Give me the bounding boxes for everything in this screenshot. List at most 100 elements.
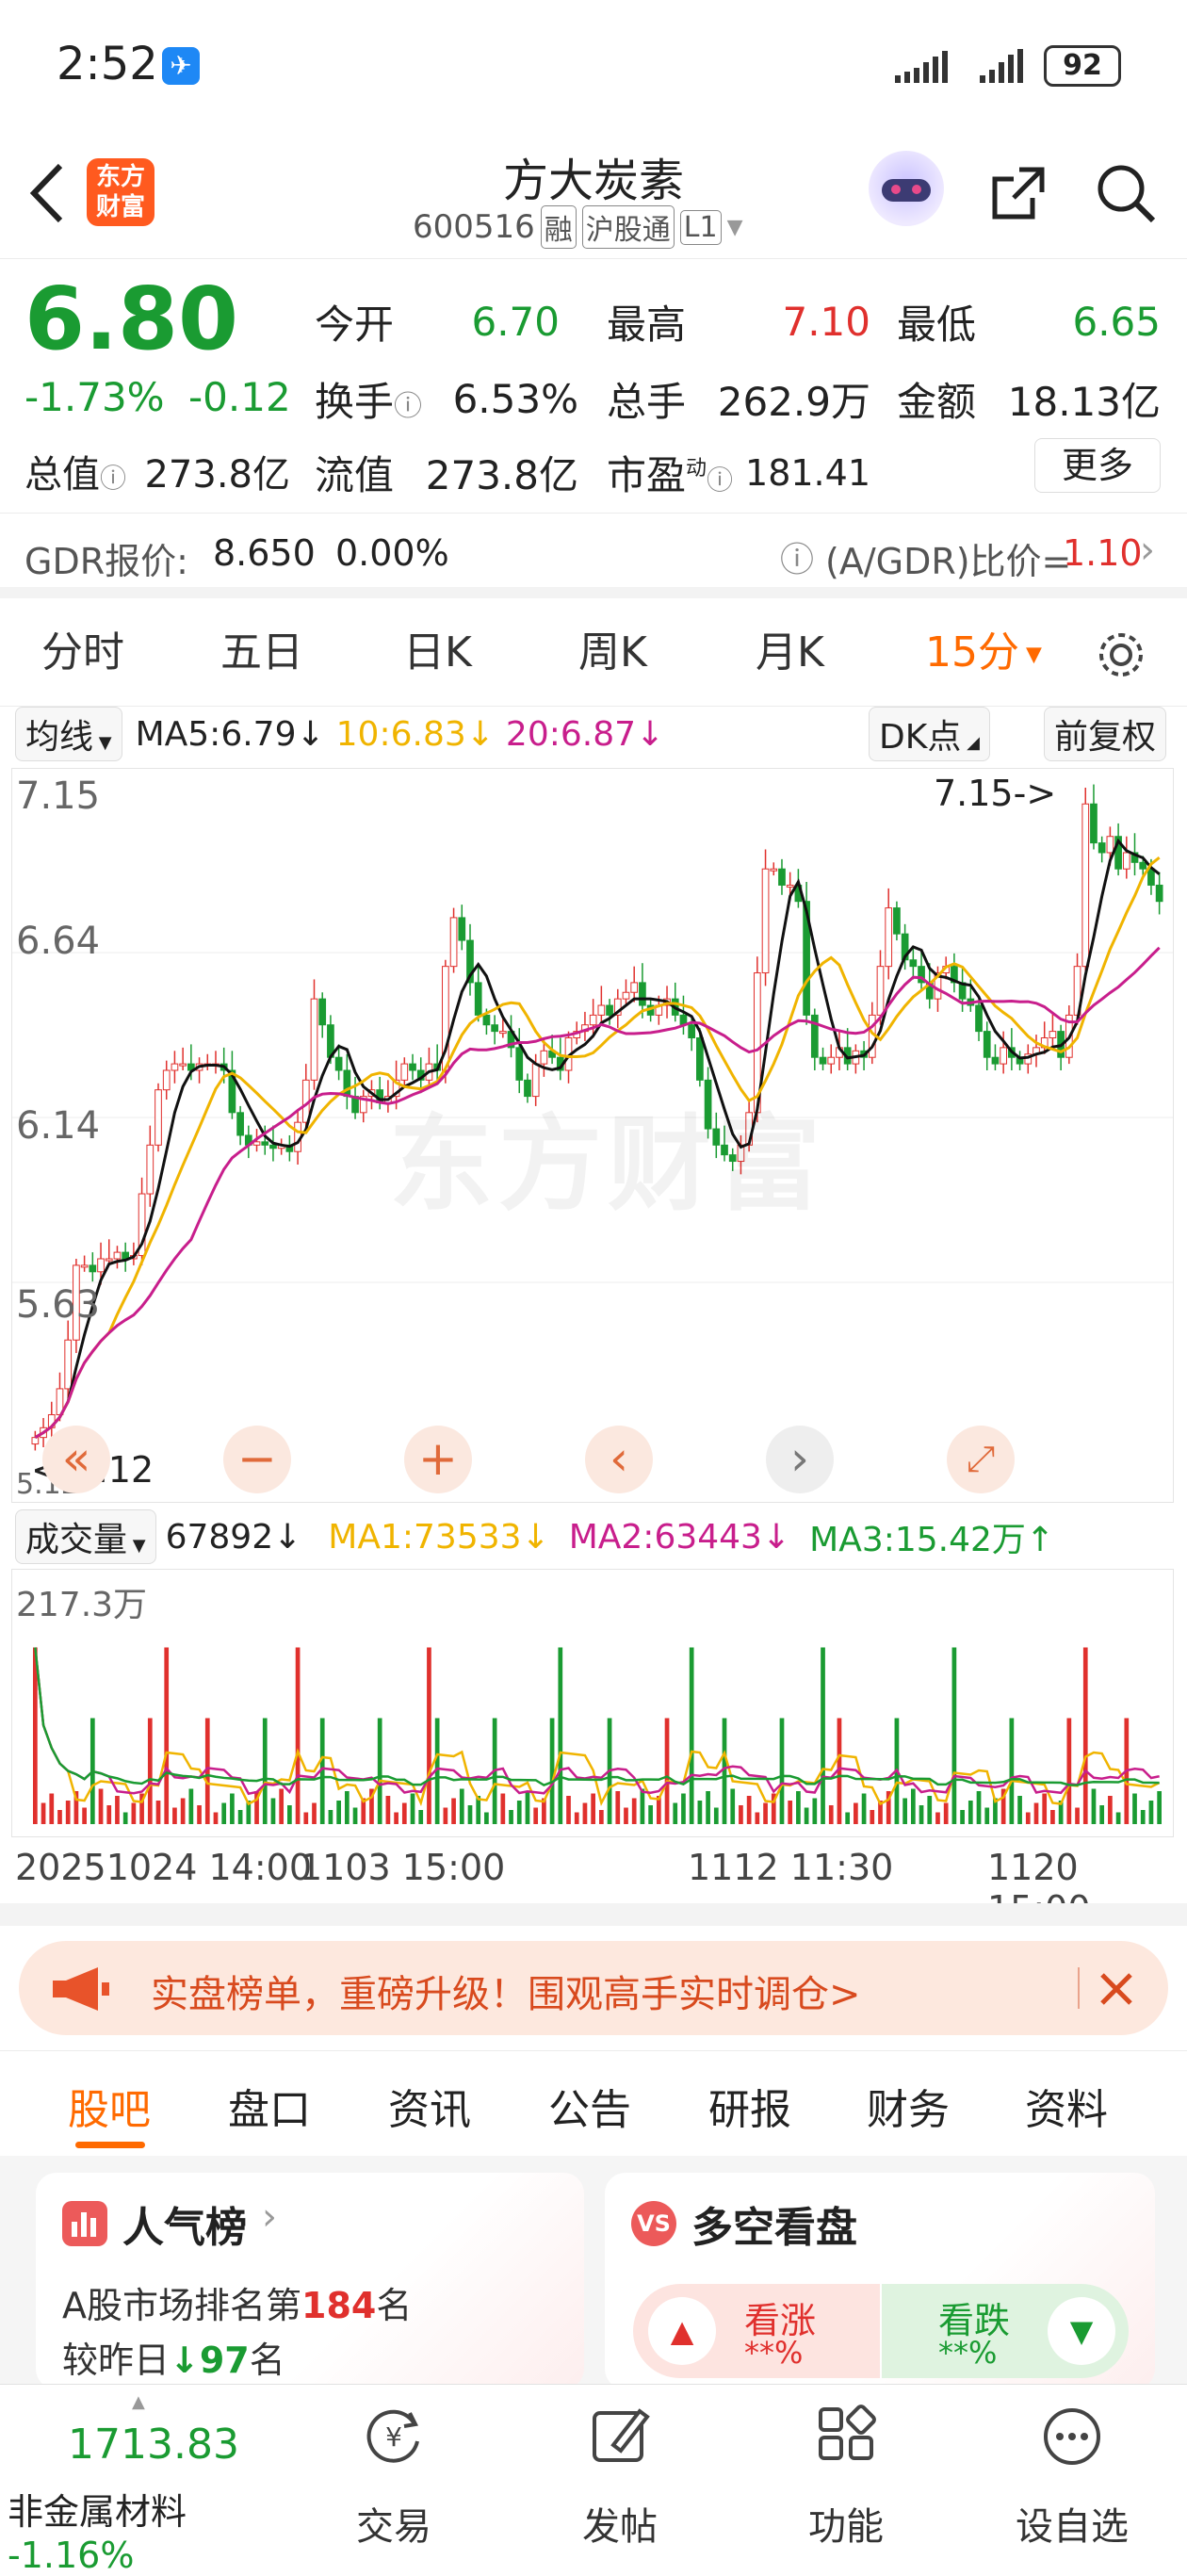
- nav-trade[interactable]: ¥ 交易: [318, 2404, 469, 2551]
- volume-bar: [927, 1796, 933, 1824]
- volume-canvas[interactable]: [12, 1570, 1173, 1836]
- volume-bar: [689, 1647, 694, 1824]
- candle-body: [64, 1339, 73, 1390]
- nav-features[interactable]: 功能: [771, 2404, 921, 2551]
- field-label: 流值: [315, 452, 395, 498]
- volume-bar: [1025, 1812, 1031, 1824]
- tab-five-day[interactable]: 五日: [220, 598, 303, 707]
- rewind-icon[interactable]: «: [42, 1426, 110, 1493]
- promo-banner[interactable]: 实盘榜单，重磅升级！围观高手实时调仓>: [19, 1941, 1168, 2035]
- tab-profile[interactable]: 资料: [1025, 2076, 1108, 2136]
- volume-bar: [509, 1810, 513, 1824]
- volume-bar: [697, 1801, 703, 1824]
- info-icon[interactable]: ⓘ: [394, 390, 422, 423]
- fullscreen-icon[interactable]: ⤢: [947, 1426, 1015, 1493]
- high-marker: 7.15->: [934, 773, 1057, 814]
- gdr-bar[interactable]: GDR报价: 8.650 0.00% ⓘ (A/GDR)比价= 1.10 ›: [0, 514, 1187, 598]
- volume-bar: [427, 1647, 431, 1824]
- info-icon[interactable]: ⓘ: [707, 465, 733, 496]
- bear-button[interactable]: 看跌 **% ▼: [882, 2284, 1129, 2378]
- volume-bar: [533, 1807, 539, 1824]
- help-icon[interactable]: ⓘ: [780, 532, 814, 581]
- chevron-left-icon[interactable]: ‹: [585, 1426, 653, 1493]
- label-sup: 动: [686, 457, 707, 481]
- volume-bar: [172, 1807, 177, 1824]
- tab-finance[interactable]: 财务: [867, 2076, 950, 2136]
- caret-down-icon[interactable]: ▼: [727, 216, 743, 239]
- zoom-in-icon[interactable]: +: [404, 1426, 472, 1493]
- bottom-nav: ▲ 1713.83 非金属材料 -1.16% ¥ 交易 发帖 功能 设自选: [0, 2384, 1187, 2576]
- candle-body: [597, 1004, 606, 1016]
- volume-bar: [377, 1718, 382, 1824]
- volume-bar: [394, 1812, 398, 1824]
- adjust-button[interactable]: 前复权: [1044, 707, 1167, 761]
- tab-intraday[interactable]: 分时: [41, 598, 124, 707]
- volume-bar: [640, 1788, 645, 1824]
- candle-body: [1098, 842, 1106, 854]
- nav-add-watchlist[interactable]: 设自选: [997, 2404, 1147, 2551]
- volume-bar: [443, 1807, 448, 1824]
- status-bar: 2:52 ✈ 92: [0, 0, 1187, 132]
- assistant-robot-icon[interactable]: [869, 151, 944, 226]
- vol-ma1-text: MA1:73533: [328, 1517, 522, 1557]
- candle-body: [1090, 803, 1098, 844]
- tab-15min[interactable]: 15分 ▼: [925, 598, 1042, 707]
- nav-post[interactable]: 发帖: [545, 2404, 695, 2551]
- candle-body: [778, 868, 786, 886]
- tab-pankou[interactable]: 盘口: [228, 2076, 311, 2136]
- candle-body: [310, 998, 318, 1081]
- price-label-3: 6.14: [16, 1104, 101, 1148]
- candle-body: [105, 1258, 113, 1262]
- popularity-card[interactable]: 人气榜 › A股市场排名第184名 较昨日↓97名: [36, 2173, 584, 2389]
- close-icon[interactable]: [1093, 1965, 1140, 2013]
- volume-select[interactable]: 成交量 ▼: [15, 1509, 156, 1564]
- volume-bar: [98, 1788, 104, 1824]
- volume-bar: [935, 1812, 940, 1824]
- zoom-out-icon[interactable]: −: [223, 1426, 291, 1493]
- volume-bar: [106, 1805, 112, 1824]
- volume-bar: [664, 1718, 670, 1824]
- volume-bar: [57, 1810, 62, 1824]
- tab-announcements[interactable]: 公告: [548, 2076, 631, 2136]
- margin-badge: 融: [540, 205, 577, 249]
- tab-daily-k[interactable]: 日K: [403, 598, 472, 707]
- sector-index[interactable]: ▲ 1713.83 非金属材料 -1.16%: [0, 2385, 283, 2576]
- sub-tabs: 股吧 盘口 资讯 公告 研报 财务 资料: [0, 2050, 1187, 2154]
- tab-news[interactable]: 资讯: [388, 2076, 471, 2136]
- level-badge[interactable]: L1: [679, 209, 722, 245]
- candle-body: [498, 1031, 507, 1035]
- tab-research[interactable]: 研报: [708, 2076, 791, 2136]
- bull-value: **%: [744, 2335, 804, 2371]
- volume-bar: [312, 1802, 317, 1824]
- chevron-right-icon[interactable]: ›: [766, 1426, 834, 1493]
- caret-down-icon: ▼: [1019, 643, 1042, 667]
- volume-select-label: 成交量: [25, 1521, 128, 1559]
- tab-monthly-k[interactable]: 月K: [756, 598, 824, 707]
- search-icon[interactable]: [1093, 160, 1159, 226]
- more-button[interactable]: 更多: [1034, 438, 1161, 493]
- candle-body: [269, 1144, 277, 1149]
- tab-weekly-k[interactable]: 周K: [578, 598, 647, 707]
- candle-body: [589, 1014, 597, 1026]
- volume-bar: [1082, 1647, 1088, 1824]
- gear-icon[interactable]: [1095, 628, 1147, 681]
- bull-button[interactable]: ▲ 看涨 **%: [633, 2284, 880, 2378]
- candle-body: [876, 966, 885, 1016]
- info-icon[interactable]: ⓘ: [100, 463, 126, 494]
- arrow-up-icon: ▲: [648, 2297, 716, 2365]
- volume-bar: [755, 1812, 760, 1824]
- candle-body: [179, 1063, 187, 1067]
- volume-bar: [574, 1812, 579, 1824]
- time-axis: 20251024 14:00 1103 15:00 1112 11:30 112…: [0, 1847, 1187, 1930]
- volume-bar: [188, 1788, 194, 1824]
- ma5-text: MA5:6.79: [135, 714, 297, 754]
- volume-bar: [1009, 1718, 1015, 1824]
- ma-select[interactable]: 均线 ▼: [15, 707, 122, 761]
- kline-chart[interactable]: 东方财富 7.15 6.64 6.14 5.63 5.12 7.15-> <-5…: [11, 768, 1174, 1503]
- tab-guba[interactable]: 股吧: [68, 2076, 151, 2136]
- dk-point-button[interactable]: DK点 ◢: [869, 707, 990, 761]
- share-icon[interactable]: [985, 160, 1051, 226]
- megaphone-icon: [53, 1967, 109, 2011]
- candle-body: [515, 1047, 524, 1081]
- volume-chart[interactable]: 217.3万: [11, 1569, 1174, 1837]
